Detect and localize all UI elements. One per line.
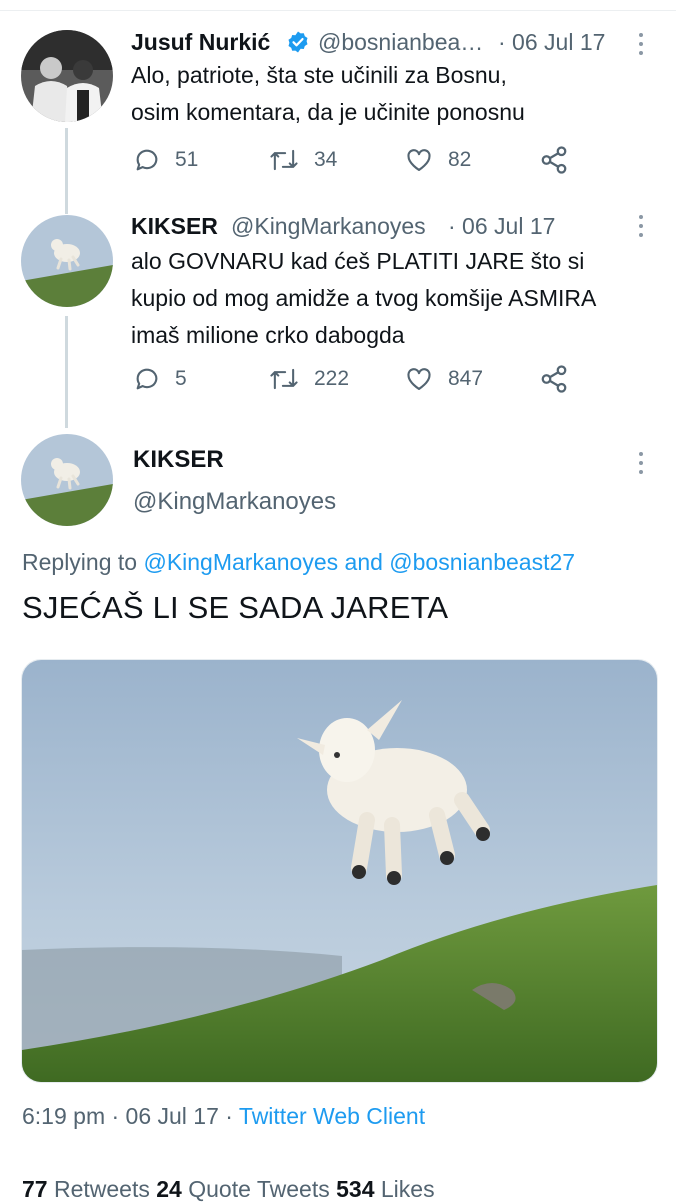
tweet2-text-line: kupio od mog amidže a tvog komšije ASMIR… xyxy=(131,285,597,311)
tweet1-date[interactable]: · 06 Jul 17 xyxy=(498,29,605,56)
main-more-icon[interactable] xyxy=(637,452,645,479)
share-button[interactable] xyxy=(539,362,583,396)
like-count: 847 xyxy=(448,367,484,390)
tweet1-author-name[interactable]: Jusuf Nurkić xyxy=(131,29,270,56)
heart-icon xyxy=(407,368,431,390)
tweet2-text-line: imaš milione crko dabogda xyxy=(131,322,405,348)
reply-button[interactable]: 51 xyxy=(133,143,198,177)
like-button[interactable]: 847 xyxy=(404,362,483,396)
tweet2-text-line: alo GOVNARU kad ćeš PLATITI JARE što si xyxy=(131,248,585,274)
tweet1-text: Alo, patriote, šta ste učinili za Bosnu,… xyxy=(131,57,671,131)
avatar-kikser[interactable] xyxy=(21,215,113,307)
retweets-count: 77 xyxy=(22,1176,48,1202)
likes-count: 534 xyxy=(336,1176,375,1202)
main-author-name[interactable]: KIKSER xyxy=(133,446,224,474)
retweet-button[interactable]: 34 xyxy=(268,143,337,177)
tweet-timestamp: 6:19 pm · 06 Jul 17 · Twitter Web Client xyxy=(22,1103,425,1130)
tweet2-handle[interactable]: @KingMarkanoyes xyxy=(231,213,426,240)
share-icon xyxy=(541,365,567,393)
share-button[interactable] xyxy=(539,143,583,177)
tweet1-more-icon[interactable] xyxy=(637,33,645,60)
tweet1-text-line: osim komentara, da je učinite ponosnu xyxy=(131,99,525,125)
reply-button[interactable]: 5 xyxy=(133,362,187,396)
likes-label: Likes xyxy=(374,1176,435,1202)
replying-and: and xyxy=(338,549,390,575)
reply-icon xyxy=(136,149,158,171)
tweet-time-date[interactable]: 6:19 pm · 06 Jul 17 · xyxy=(22,1103,239,1129)
retweet-icon xyxy=(270,368,298,390)
thread-line xyxy=(65,316,68,428)
tweet-stats: 77 Retweets 24 Quote Tweets 534 Likes xyxy=(22,1176,435,1203)
retweet-button[interactable]: 222 xyxy=(268,362,349,396)
replying-user-link[interactable]: @KingMarkanoyes xyxy=(143,549,338,575)
share-icon xyxy=(541,146,567,174)
top-divider xyxy=(0,10,676,11)
retweets-stat[interactable]: 77 Retweets xyxy=(22,1176,156,1202)
quotes-count: 24 xyxy=(156,1176,182,1202)
main-author-handle[interactable]: @KingMarkanoyes xyxy=(133,488,336,516)
retweet-count: 222 xyxy=(314,367,350,390)
tweet2-text: alo GOVNARU kad ćeš PLATITI JARE što si … xyxy=(131,243,671,354)
tweet2-actions: 5 222 847 xyxy=(131,362,651,396)
tweet1-handle[interactable]: @bosnianbea… xyxy=(318,29,483,56)
replying-to: Replying to @KingMarkanoyes and @bosnian… xyxy=(22,549,575,576)
reply-icon xyxy=(136,368,158,390)
likes-stat[interactable]: 534 Likes xyxy=(336,1176,434,1202)
reply-count: 5 xyxy=(175,367,187,390)
main-tweet-text: SJEĆAŠ LI SE SADA JARETA xyxy=(22,590,449,625)
avatar-jusuf-nurkic[interactable] xyxy=(21,30,113,122)
like-count: 82 xyxy=(448,148,472,171)
heart-icon xyxy=(407,149,431,171)
verified-badge-icon xyxy=(288,31,308,53)
reply-count: 51 xyxy=(175,148,199,171)
tweet-source-link[interactable]: Twitter Web Client xyxy=(239,1103,425,1129)
avatar-kikser-main[interactable] xyxy=(21,434,113,526)
quotes-stat[interactable]: 24 Quote Tweets xyxy=(156,1176,336,1202)
retweet-icon xyxy=(270,149,298,171)
tweet2-author-name[interactable]: KIKSER xyxy=(131,213,218,240)
tweet1-text-line: Alo, patriote, šta ste učinili za Bosnu, xyxy=(131,62,507,88)
tweet2-date[interactable]: · 06 Jul 17 xyxy=(448,213,555,240)
thread-line xyxy=(65,128,68,214)
like-button[interactable]: 82 xyxy=(404,143,471,177)
retweet-count: 34 xyxy=(314,148,338,171)
replying-prefix: Replying to xyxy=(22,549,144,575)
tweet-photo-lamb[interactable] xyxy=(21,659,658,1083)
tweet1-actions: 51 34 82 xyxy=(131,143,651,177)
replying-user-link[interactable]: @bosnianbeast27 xyxy=(389,549,575,575)
retweets-label: Retweets xyxy=(47,1176,157,1202)
tweet2-more-icon[interactable] xyxy=(637,215,645,242)
quotes-label: Quote Tweets xyxy=(181,1176,337,1202)
